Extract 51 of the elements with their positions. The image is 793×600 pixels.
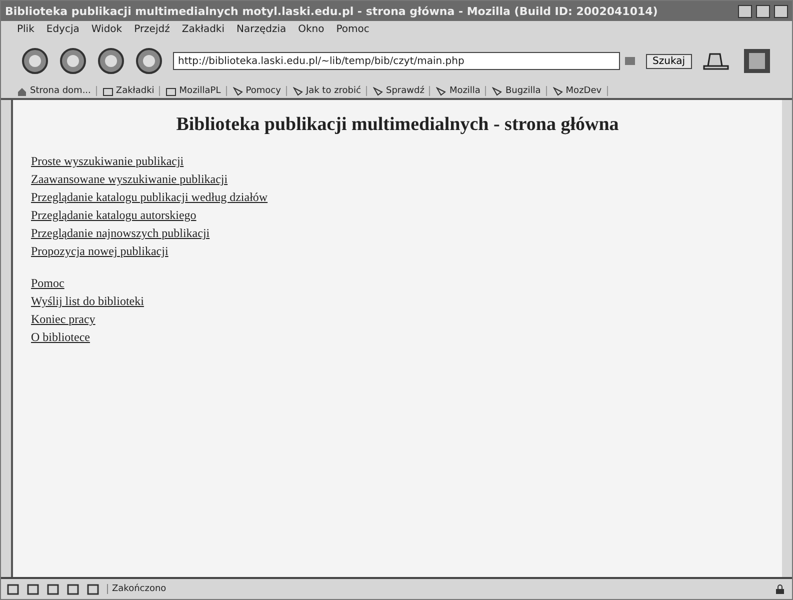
- folder-icon: [166, 86, 176, 96]
- page-link[interactable]: Przeglądanie najnowszych publikacji: [31, 224, 210, 242]
- page-link[interactable]: Przeglądanie katalogu publikacji według działów: [31, 188, 268, 206]
- page-link[interactable]: Pomoc: [31, 274, 64, 292]
- page-link[interactable]: O bibliotece: [31, 328, 90, 346]
- page-link[interactable]: Zaawansowane wyszukiwanie publikacji: [31, 170, 228, 188]
- back-button[interactable]: [21, 47, 49, 75]
- bookmark-item[interactable]: Strona dom...: [17, 86, 97, 96]
- bookmark-icon: [436, 86, 446, 96]
- bookmark-icon: [492, 86, 502, 96]
- bookmark-item[interactable]: Bugzilla: [492, 86, 547, 96]
- menu-item[interactable]: Edycja: [46, 24, 80, 35]
- window-title: Biblioteka publikacji multimedialnych motyl.laski.edu.pl - strona główna - Mozilla (Build ID: 2002041014): [5, 4, 659, 18]
- folder-icon: [102, 86, 113, 96]
- close-button[interactable]: [774, 4, 788, 18]
- status-text: Zakończono: [107, 584, 766, 594]
- house-icon: [17, 86, 27, 96]
- page-heading: Biblioteka publikacji multimedialnych - strona główna: [175, 114, 620, 136]
- lock-icon: [774, 584, 786, 594]
- page-link[interactable]: Wyślij list do biblioteki: [31, 292, 144, 310]
- menu-item[interactable]: Plik: [17, 24, 34, 35]
- logo-icon[interactable]: [742, 48, 772, 74]
- maximize-button[interactable]: [756, 4, 770, 18]
- menu-item[interactable]: Zakładki: [182, 24, 224, 35]
- bookmark-item[interactable]: MozDev: [552, 86, 608, 96]
- minimize-button[interactable]: [738, 4, 752, 18]
- search-button[interactable]: Szukaj: [646, 54, 692, 68]
- bookmark-icon: [372, 86, 383, 96]
- page-link[interactable]: Koniec pracy: [31, 310, 96, 328]
- bookmark-item[interactable]: Pomocy: [232, 86, 287, 96]
- page-link[interactable]: Propozycja nowej publikacji: [31, 242, 168, 260]
- page-link[interactable]: Proste wyszukiwanie publikacji: [31, 152, 184, 170]
- bookmark-icon: [292, 86, 303, 96]
- menu-item[interactable]: Okno: [298, 24, 324, 35]
- menu-item[interactable]: Widok: [91, 24, 122, 35]
- bookmark-icon: [552, 86, 563, 96]
- bookmark-item[interactable]: MozillaPL: [166, 86, 227, 96]
- address-field[interactable]: http://biblioteka.laski.edu.pl/~lib/temp/bib/czyt/main.php: [173, 52, 620, 70]
- page-link[interactable]: Przeglądanie katalogu autorskiego: [31, 206, 196, 224]
- bookmark-item[interactable]: Jak to zrobić: [292, 86, 367, 96]
- menu-item[interactable]: Narzędzia: [236, 24, 286, 35]
- stop-button[interactable]: [135, 47, 163, 75]
- menu-item[interactable]: Przejdź: [134, 24, 170, 35]
- dropdown-icon[interactable]: [624, 56, 636, 66]
- bookmark-item[interactable]: Mozilla: [436, 86, 486, 96]
- forward-button[interactable]: [59, 47, 87, 75]
- reload-button[interactable]: [97, 47, 125, 75]
- bookmark-item[interactable]: Zakładki: [102, 86, 160, 96]
- bookmark-icon: [232, 86, 243, 96]
- bookmark-item[interactable]: Sprawdź: [372, 86, 430, 96]
- menu-item[interactable]: Pomoc: [336, 24, 370, 35]
